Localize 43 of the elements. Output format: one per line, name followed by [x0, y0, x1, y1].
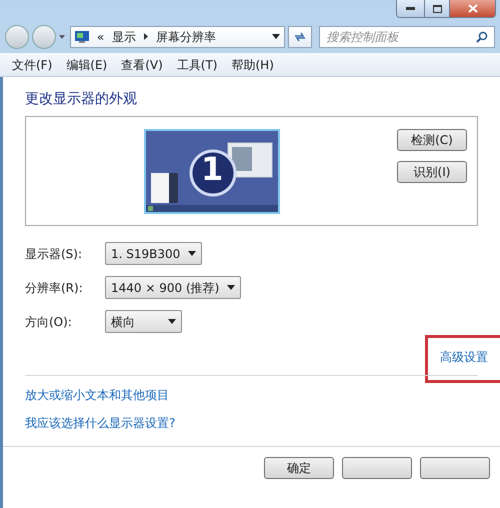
maximize-icon: [432, 4, 442, 12]
control-panel-icon: [74, 30, 89, 42]
dropdown[interactable]: 1440 × 900 (推荐): [105, 276, 242, 299]
setting-label: 分辨率(R):: [25, 280, 84, 296]
help-link[interactable]: 放大或缩小文本和其他项目: [25, 386, 478, 404]
breadcrumb[interactable]: «: [96, 28, 104, 46]
caret-icon: [227, 285, 236, 290]
caret-icon: [272, 34, 280, 39]
minimize-button[interactable]: [397, 0, 424, 17]
dropdown[interactable]: 1. S19B300: [105, 242, 202, 265]
dialog-button[interactable]: [420, 457, 490, 479]
search-field[interactable]: 搜索控制面板: [319, 26, 495, 48]
menu-item[interactable]: 文件(F): [12, 56, 52, 74]
address-bar[interactable]: « 显示 屏幕分辨率: [70, 26, 286, 48]
ok-button[interactable]: 确定: [264, 457, 334, 479]
dialog-button[interactable]: [342, 457, 412, 479]
menu-item[interactable]: 帮助(H): [232, 56, 274, 74]
minimize-icon: [406, 7, 415, 10]
preview-button[interactable]: 识别(I): [397, 161, 467, 183]
monitor-number: 1: [201, 153, 224, 185]
chevron-right-icon: [144, 33, 148, 40]
close-icon: [468, 4, 478, 13]
search-input: 搜索控制面板: [326, 28, 476, 46]
caret-icon: [168, 319, 176, 324]
maximize-button[interactable]: [424, 0, 449, 17]
menu-item[interactable]: 工具(T): [176, 56, 218, 74]
advanced-settings-link[interactable]: 高级设置: [440, 348, 488, 366]
breadcrumb[interactable]: 显示: [112, 28, 136, 46]
refresh-icon: [293, 30, 308, 42]
setting-label: 方向(O):: [25, 314, 73, 330]
section-title: 更改显示器的外观: [25, 92, 138, 106]
setting-label: 显示器(S):: [25, 246, 84, 262]
help-link[interactable]: 我应该选择什么显示器设置?: [25, 414, 478, 432]
preview-button[interactable]: 检测(C): [397, 129, 467, 151]
refresh-button[interactable]: [288, 26, 312, 48]
menu-item[interactable]: 编辑(E): [66, 56, 108, 74]
menu-item[interactable]: 查看(V): [121, 56, 163, 74]
breadcrumb[interactable]: 屏幕分辨率: [156, 28, 216, 46]
dropdown[interactable]: 横向: [105, 310, 182, 333]
close-button[interactable]: [449, 0, 495, 17]
caret-icon: [188, 251, 196, 256]
caret-icon: [58, 34, 65, 38]
search-icon: [476, 30, 488, 42]
